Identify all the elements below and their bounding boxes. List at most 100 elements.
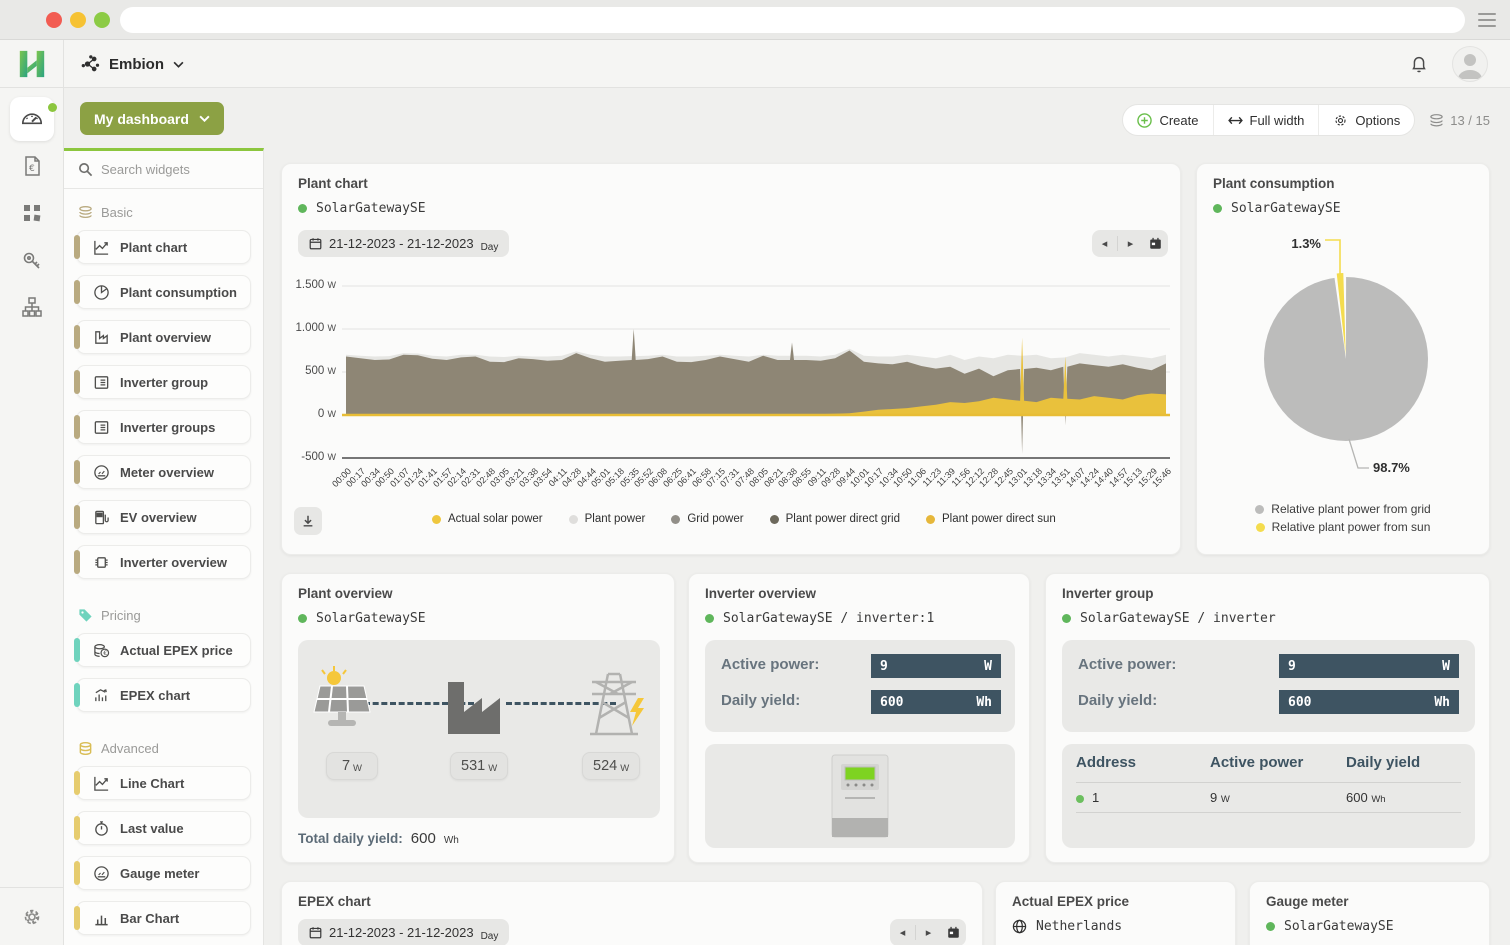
date-range-picker[interactable]: 21-12-2023 - 21-12-2023 Day — [298, 230, 509, 257]
nav-invoices[interactable]: € — [10, 144, 54, 188]
section-pricing-label: Pricing — [101, 608, 141, 623]
active-power-value: 9W — [1279, 654, 1459, 678]
options-button[interactable]: Options — [1318, 105, 1414, 135]
widget-item-last-value[interactable]: Last value — [76, 811, 251, 845]
y-tick-label: 500 W — [292, 365, 336, 377]
dashboard-gauge-icon — [19, 106, 45, 132]
legend-item[interactable]: Actual solar power — [432, 513, 543, 525]
widget-item-inverter-group[interactable]: Inverter group — [76, 365, 251, 399]
chip-icon — [93, 554, 110, 571]
coins-icon: € — [93, 642, 110, 659]
legend-item[interactable]: Plant power — [569, 513, 646, 525]
org-switcher[interactable]: Embion — [80, 40, 184, 88]
app-logo[interactable] — [0, 40, 64, 88]
widget-item-plant-overview[interactable]: Plant overview — [76, 320, 251, 354]
legend-item[interactable]: Relative plant power from sun — [1256, 520, 1431, 534]
widget-item-meter-overview[interactable]: Meter overview — [76, 455, 251, 489]
legend-item[interactable]: Relative plant power from grid — [1255, 502, 1430, 516]
full-width-button[interactable]: Full width — [1213, 105, 1319, 135]
nav-hierarchy[interactable] — [10, 285, 54, 329]
window-close-button[interactable] — [46, 12, 62, 28]
nav-settings[interactable] — [0, 887, 64, 945]
grid-power-value: 524W — [582, 752, 640, 780]
invoice-icon: € — [20, 154, 44, 178]
widget-search — [64, 151, 263, 189]
next-period-button[interactable]: ▸ — [1118, 230, 1143, 257]
browser-menu-icon[interactable] — [1478, 13, 1496, 27]
sitemap-icon — [20, 295, 44, 319]
next-period-button[interactable]: ▸ — [916, 919, 941, 945]
status-dot — [1062, 614, 1071, 623]
factory-icon — [444, 676, 516, 738]
section-advanced: Advanced Line Chart Last value Gauge met… — [64, 725, 263, 945]
status-dot — [298, 204, 307, 213]
dashboard-selector-button[interactable]: My dashboard — [80, 102, 224, 135]
widget-item-ev-overview[interactable]: EV overview — [76, 500, 251, 534]
widget-item-plant-consumption[interactable]: Plant consumption — [76, 275, 251, 309]
widget-item-plant-chart[interactable]: Plant chart — [76, 230, 251, 264]
daily-yield-value: 600Wh — [1279, 690, 1459, 714]
widget-title: Plant consumption — [1213, 176, 1335, 191]
tag-icon — [78, 608, 93, 623]
grid-pylon-icon — [586, 660, 652, 740]
key-icon — [20, 248, 44, 272]
source-label: SolarGatewaySE / inverter:1 — [723, 611, 934, 626]
jump-to-date-button[interactable] — [1143, 230, 1168, 257]
svg-text:€: € — [29, 164, 35, 174]
widget-item-inverter-overview[interactable]: Inverter overview — [76, 545, 251, 579]
dashboard-toolbar: My dashboard Create Full width — [64, 88, 1510, 148]
download-chart-button[interactable] — [294, 507, 322, 535]
table-icon — [93, 419, 110, 436]
layers-icon — [1429, 113, 1444, 128]
widget-item-line-chart[interactable]: Line Chart — [76, 766, 251, 800]
database-icon — [78, 741, 93, 756]
col-daily-yield: Daily yield — [1346, 754, 1420, 771]
row-status-dot — [1076, 795, 1084, 803]
user-avatar[interactable] — [1452, 46, 1488, 82]
app-header: Embion — [64, 40, 1510, 88]
window-zoom-button[interactable] — [94, 12, 110, 28]
widget-counter: 13 / 15 — [1429, 113, 1490, 128]
series-grid-power — [346, 329, 1166, 454]
source-label: SolarGatewaySE — [1231, 201, 1341, 216]
ev-charger-icon — [93, 509, 110, 526]
legend-item[interactable]: Plant power direct grid — [770, 513, 900, 525]
section-advanced-label: Advanced — [101, 741, 159, 756]
widget-item-inverter-groups[interactable]: Inverter groups — [76, 410, 251, 444]
nav-dashboards[interactable] — [10, 97, 54, 141]
active-dot — [48, 103, 57, 112]
window-minimize-button[interactable] — [70, 12, 86, 28]
widget-title: Gauge meter — [1266, 894, 1349, 909]
widget-item-bar-chart[interactable]: Bar Chart — [76, 901, 251, 935]
widget-item-gauge-meter[interactable]: Gauge meter — [76, 856, 251, 890]
nav-widgets[interactable] — [10, 191, 54, 235]
widget-item-epex-chart[interactable]: EPEX chart — [76, 678, 251, 712]
full-width-label: Full width — [1250, 113, 1305, 128]
source-label: SolarGatewaySE — [1284, 919, 1394, 934]
dashboard-grid: Plant chart SolarGatewaySE 21-12-2023 - … — [264, 148, 1510, 945]
widget-title: Plant chart — [298, 176, 368, 191]
widget-actual-epex-price: Actual EPEX price Netherlands — [995, 881, 1236, 945]
prev-period-button[interactable]: ◂ — [890, 919, 915, 945]
widget-item-actual-epex-price[interactable]: € Actual EPEX price — [76, 633, 251, 667]
legend-item[interactable]: Grid power — [671, 513, 743, 525]
search-input[interactable] — [101, 162, 241, 177]
daily-yield-label: Daily yield: — [721, 692, 800, 709]
widget-counter-value: 13 / 15 — [1450, 113, 1490, 128]
gauge-icon — [93, 865, 110, 882]
source-label: SolarGatewaySE / inverter — [1080, 611, 1276, 626]
status-dot — [1266, 922, 1275, 931]
pie-legend-row: Relative plant power from grid — [1197, 502, 1489, 516]
inverter-table-panel: Address Active power Daily yield 1 9 W 6… — [1062, 744, 1475, 848]
url-bar[interactable] — [120, 7, 1465, 33]
prev-period-button[interactable]: ◂ — [1092, 230, 1117, 257]
date-range-picker[interactable]: 21-12-2023 - 21-12-2023 Day — [298, 919, 509, 945]
date-mode: Day — [481, 931, 499, 942]
inverter-device-image — [831, 754, 889, 838]
factory-icon — [93, 329, 110, 346]
create-button[interactable]: Create — [1123, 105, 1212, 135]
nav-access-keys[interactable] — [10, 238, 54, 282]
legend-item[interactable]: Plant power direct sun — [926, 513, 1056, 525]
notifications-bell-icon[interactable] — [1408, 53, 1430, 80]
jump-to-date-button[interactable] — [941, 919, 966, 945]
